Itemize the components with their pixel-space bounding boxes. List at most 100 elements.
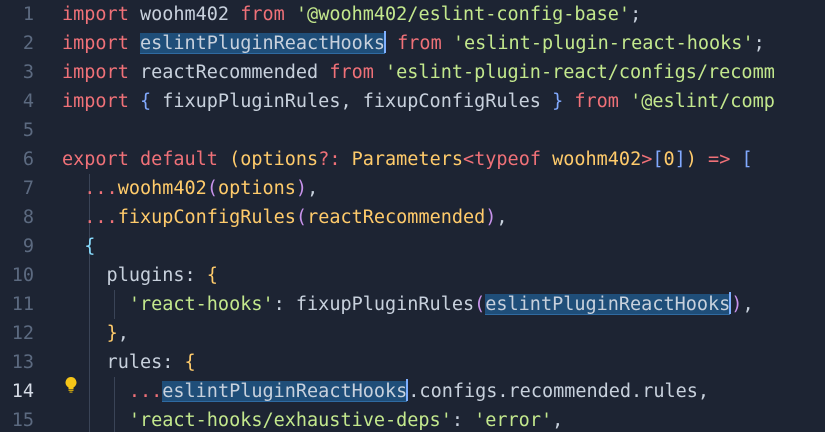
code-token: { (84, 236, 96, 257)
code-token: 'eslint-plugin-react-hooks' (452, 33, 754, 54)
code-line[interactable]: 12 }, (0, 319, 825, 348)
code-token: ; (630, 4, 642, 25)
code-token: { (184, 352, 196, 373)
code-editor[interactable]: 1 import woohm402 from '@woohm402/eslint-… (0, 0, 825, 432)
code-token: woohm402 (540, 149, 642, 170)
occurrence-highlight: eslintPluginReactHooks (162, 381, 408, 402)
code-token: ... (84, 207, 118, 228)
code-line[interactable]: 9 { (0, 232, 825, 261)
code-line[interactable]: 6 export default (options?: Parameters<ty… (0, 145, 825, 174)
code-token: ( (474, 294, 486, 315)
code-token: from (329, 62, 374, 83)
code-text[interactable]: rules: { (62, 348, 196, 377)
code-token: fixupConfigRules (117, 207, 296, 228)
code-text[interactable]: ...eslintPluginReactHooks.configs.recomm… (62, 377, 709, 406)
code-token: fixupPluginRules, fixupConfigRules (151, 91, 553, 112)
code-line[interactable]: 13 rules: { (0, 348, 825, 377)
code-token: : fixupPluginRules (273, 294, 475, 315)
code-text[interactable]: 'react-hooks/exhaustive-deps': 'error', (62, 406, 563, 432)
occurrence-highlight: eslintPluginReactHooks (485, 294, 731, 315)
code-token: '@eslint/comp (630, 91, 775, 112)
code-token: => (696, 149, 742, 170)
code-token: ) (685, 149, 697, 170)
code-token: ... (128, 381, 163, 402)
code-line[interactable]: 7 ...woohm402(options), (0, 174, 825, 203)
code-line[interactable]: 15 'react-hooks/exhaustive-deps': 'error… (0, 406, 825, 432)
code-text[interactable]: 'react-hooks': fixupPluginRules(eslintPl… (62, 290, 754, 319)
code-text[interactable]: }, (62, 319, 129, 348)
code-token: import (62, 91, 129, 112)
code-text[interactable]: ...woohm402(options), (62, 174, 318, 203)
code-line[interactable]: 4 import { fixupPluginRules, fixupConfigR… (0, 87, 825, 116)
code-token: ) (731, 294, 743, 315)
code-token: , (552, 410, 564, 431)
code-text[interactable]: import eslintPluginReactHooks from 'esli… (62, 29, 765, 58)
code-token: woohm402 (128, 4, 241, 25)
line-number: 14 (11, 381, 34, 402)
code-token: plugins: (62, 265, 207, 286)
code-token: ( (206, 178, 218, 199)
code-text[interactable]: { (62, 232, 95, 261)
code-token: 'react-hooks/exhaustive-deps' (128, 410, 452, 431)
code-text[interactable]: export default (options?: Parameters<typ… (62, 145, 753, 174)
code-token: import (62, 33, 129, 54)
code-line[interactable]: 5 (0, 116, 825, 145)
code-token: ) (295, 178, 308, 199)
occurrence-highlight: eslintPluginReactHooks (139, 33, 386, 54)
line-number: 6 (22, 149, 34, 170)
code-line[interactable]: 10 plugins: { (0, 261, 825, 290)
code-token: from (240, 4, 285, 25)
code-token: typeof (474, 149, 541, 170)
line-number: 9 (22, 236, 34, 257)
code-token: export (62, 149, 129, 170)
code-line[interactable]: 11 'react-hooks': fixupPluginRules(eslin… (0, 290, 825, 319)
code-token: } (106, 323, 118, 344)
code-token: [ (652, 149, 664, 170)
code-line[interactable]: 1 import woohm402 from '@woohm402/eslint-… (0, 0, 825, 29)
code-token: { (139, 91, 152, 112)
code-token: Parameters (351, 149, 463, 170)
code-token: 'react-hooks' (128, 294, 274, 315)
code-token: '@woohm402/eslint-config-base' (295, 4, 631, 25)
line-number: 11 (11, 294, 34, 315)
code-token: ) (485, 207, 497, 228)
code-line[interactable]: 2 import eslintPluginReactHooks from 'esl… (0, 29, 825, 58)
code-line[interactable]: 3 import reactRecommended from 'eslint-pl… (0, 58, 825, 87)
code-token: ] (674, 149, 686, 170)
code-text[interactable]: plugins: { (62, 261, 218, 290)
line-number: 8 (22, 207, 34, 228)
code-text[interactable]: ...fixupConfigRules(reactRecommended), (62, 203, 507, 232)
line-number: 10 (11, 265, 34, 286)
code-text[interactable]: import { fixupPluginRules, fixupConfigRu… (62, 87, 775, 116)
code-token: options (240, 149, 319, 170)
code-text[interactable]: import woohm402 from '@woohm402/eslint-c… (62, 0, 641, 29)
line-number: 2 (22, 33, 34, 54)
code-token: } (552, 91, 564, 112)
code-token: from (574, 91, 619, 112)
code-text[interactable]: import reactRecommended from 'eslint-plu… (62, 58, 775, 87)
code-line[interactable]: 14 ...eslintPluginReactHooks.configs.rec… (0, 377, 825, 406)
code-token: [ (741, 149, 753, 170)
lightbulb-icon[interactable] (64, 376, 78, 399)
line-number: 5 (22, 120, 34, 141)
code-token: from (397, 33, 442, 54)
code-token: > (641, 149, 653, 170)
code-line[interactable]: 8 ...fixupConfigRules(reactRecommended), (0, 203, 825, 232)
code-token: ( (295, 207, 308, 228)
code-token: ( (229, 149, 241, 170)
line-number: 13 (11, 352, 34, 373)
